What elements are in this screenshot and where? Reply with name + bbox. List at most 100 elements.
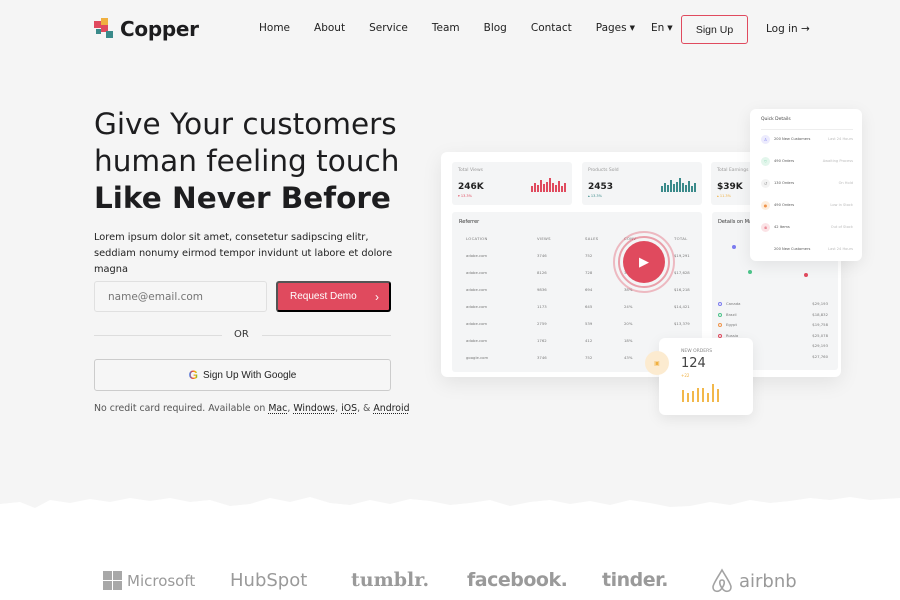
- country-name: Canada: [726, 301, 741, 306]
- nav-team-label: Team: [431, 22, 460, 34]
- nav-service-label: Service: [369, 22, 408, 34]
- table-cell: 694: [585, 287, 593, 292]
- google-signup-button[interactable]: G Sign Up With Google: [94, 359, 391, 391]
- quick-detail-meta: Low in Stock: [830, 203, 853, 207]
- map-list-item: Russia $25,078: [718, 333, 828, 338]
- spark-bar: [543, 184, 545, 192]
- platform-link-ios[interactable]: iOS: [341, 403, 357, 414]
- stat-title: Total Earnings: [717, 168, 749, 173]
- top-navbar: Copper Home About Service Team Blog Cont…: [0, 0, 900, 60]
- country-value: $27,760: [812, 353, 828, 359]
- spark-bar: [546, 182, 548, 192]
- brand-logos: Microsoft HubSpot tumblr. facebook. tind…: [0, 568, 900, 598]
- play-video-button[interactable]: ▶: [613, 231, 675, 293]
- nav-blog-label: Blog: [483, 22, 507, 34]
- country-value: $29,193: [812, 343, 828, 348]
- availability-prefix: No credit card required. Available on: [94, 403, 269, 414]
- brand-microsoft: Microsoft: [103, 571, 195, 590]
- quick-detail-label: 490 Orders: [774, 203, 795, 207]
- quick-detail-icon: ⊗: [761, 222, 770, 232]
- log-in-link[interactable]: Log in →: [766, 23, 810, 35]
- referrer-title: Referrer: [459, 219, 480, 225]
- table-cell: $19,291: [674, 253, 690, 258]
- google-signup-label: Sign Up With Google: [202, 369, 297, 381]
- platform-link-windows[interactable]: Windows: [293, 403, 335, 414]
- new-orders-card: NEW ORDERS 124 +22: [659, 338, 753, 415]
- table-cell: 9836: [537, 287, 547, 292]
- table-cell: adobe.com: [466, 338, 488, 343]
- hero-description: Lorem ipsum dolor sit amet, consetetur s…: [94, 232, 393, 275]
- map-pin-icon: [804, 273, 808, 277]
- quick-detail-label: 42 Items: [774, 225, 790, 229]
- country-value: $19,758: [812, 322, 828, 327]
- table-cell: adobe.com: [466, 321, 488, 326]
- nav-pages-label: Pages: [595, 22, 627, 34]
- spark-bar: [531, 186, 533, 192]
- spark-bar: [555, 185, 557, 192]
- brand-facebook-label: facebook.: [467, 569, 568, 591]
- quick-detail-item: ♡ 490 Orders Awaiting Process: [761, 156, 853, 166]
- nav-pages-dropdown[interactable]: Pages ▼: [596, 22, 635, 34]
- language-dropdown[interactable]: En ▼: [651, 22, 673, 34]
- location-marker-icon: [718, 302, 722, 306]
- request-demo-button[interactable]: Request Demo ›: [276, 281, 391, 312]
- nav-about-label: About: [314, 22, 346, 34]
- sign-up-button[interactable]: Sign Up: [681, 15, 748, 44]
- table-cell: 645: [585, 304, 593, 309]
- brand-tumblr-label: tumblr.: [351, 569, 430, 591]
- col-location: LOCATION: [466, 236, 488, 241]
- brand-tinder: tinder.: [602, 569, 669, 591]
- nav-team[interactable]: Team: [432, 22, 460, 34]
- table-cell: 1173: [537, 304, 547, 309]
- table-cell: 8126: [537, 270, 547, 275]
- play-icon: ▶: [623, 241, 665, 283]
- table-cell: 24%: [624, 304, 633, 309]
- col-total: TOTAL: [674, 236, 688, 241]
- spark-bar: [549, 178, 551, 192]
- orders-title: NEW ORDERS: [681, 349, 713, 354]
- nav-service[interactable]: Service: [369, 22, 408, 34]
- chevron-down-icon: ▼: [667, 24, 673, 32]
- table-cell: google.com: [466, 355, 489, 360]
- quick-details-card: Quick Details ♙ 200 New Customers Last 24 …: [750, 109, 862, 261]
- sparkline: [661, 176, 696, 192]
- table-cell: 752: [585, 253, 593, 258]
- nav-home[interactable]: Home: [259, 22, 290, 34]
- col-views: VIEWS: [537, 236, 551, 241]
- nav-blog[interactable]: Blog: [484, 22, 507, 34]
- table-cell: $13,379: [674, 321, 690, 326]
- table-cell: adobe.com: [466, 304, 488, 309]
- orders-bar: [707, 393, 709, 402]
- stat-delta: ▴ 13.3%: [588, 194, 602, 198]
- quick-detail-item: 200 New Customers Last 24 Hours: [761, 244, 853, 254]
- brand-logo[interactable]: Copper: [94, 17, 199, 41]
- spark-bar: [561, 186, 563, 192]
- nav-contact[interactable]: Contact: [531, 22, 572, 34]
- table-row: adobe.com 2759 539 20% $13,379: [452, 321, 702, 333]
- stat-title: Total Views: [458, 168, 483, 173]
- spark-bar: [694, 183, 696, 192]
- brand-microsoft-label: Microsoft: [127, 571, 196, 590]
- col-sales: SALES: [585, 236, 599, 241]
- spark-bar: [679, 178, 681, 192]
- orders-bar: [687, 393, 689, 402]
- platform-link-android[interactable]: Android: [373, 403, 409, 414]
- map-pin-icon: [732, 245, 736, 249]
- spark-bar: [540, 180, 542, 192]
- spark-bar: [664, 183, 666, 192]
- platform-link-mac[interactable]: Mac: [268, 403, 287, 414]
- country-name: Russia: [726, 332, 739, 338]
- orders-bar: [697, 388, 699, 402]
- spark-bar: [534, 183, 536, 192]
- or-label: OR: [234, 329, 249, 340]
- email-input[interactable]: [94, 281, 267, 312]
- table-cell: $17,628: [674, 270, 690, 275]
- orders-bar: [682, 390, 684, 402]
- nav-about[interactable]: About: [314, 22, 345, 34]
- table-cell: 3746: [537, 355, 547, 360]
- quick-detail-item: ↺ 130 Orders On Hold: [761, 178, 853, 188]
- table-cell: 539: [585, 321, 593, 326]
- table-cell: 1762: [537, 338, 547, 343]
- map-pin-icon: [748, 270, 752, 274]
- country-value: $18,832: [812, 311, 828, 317]
